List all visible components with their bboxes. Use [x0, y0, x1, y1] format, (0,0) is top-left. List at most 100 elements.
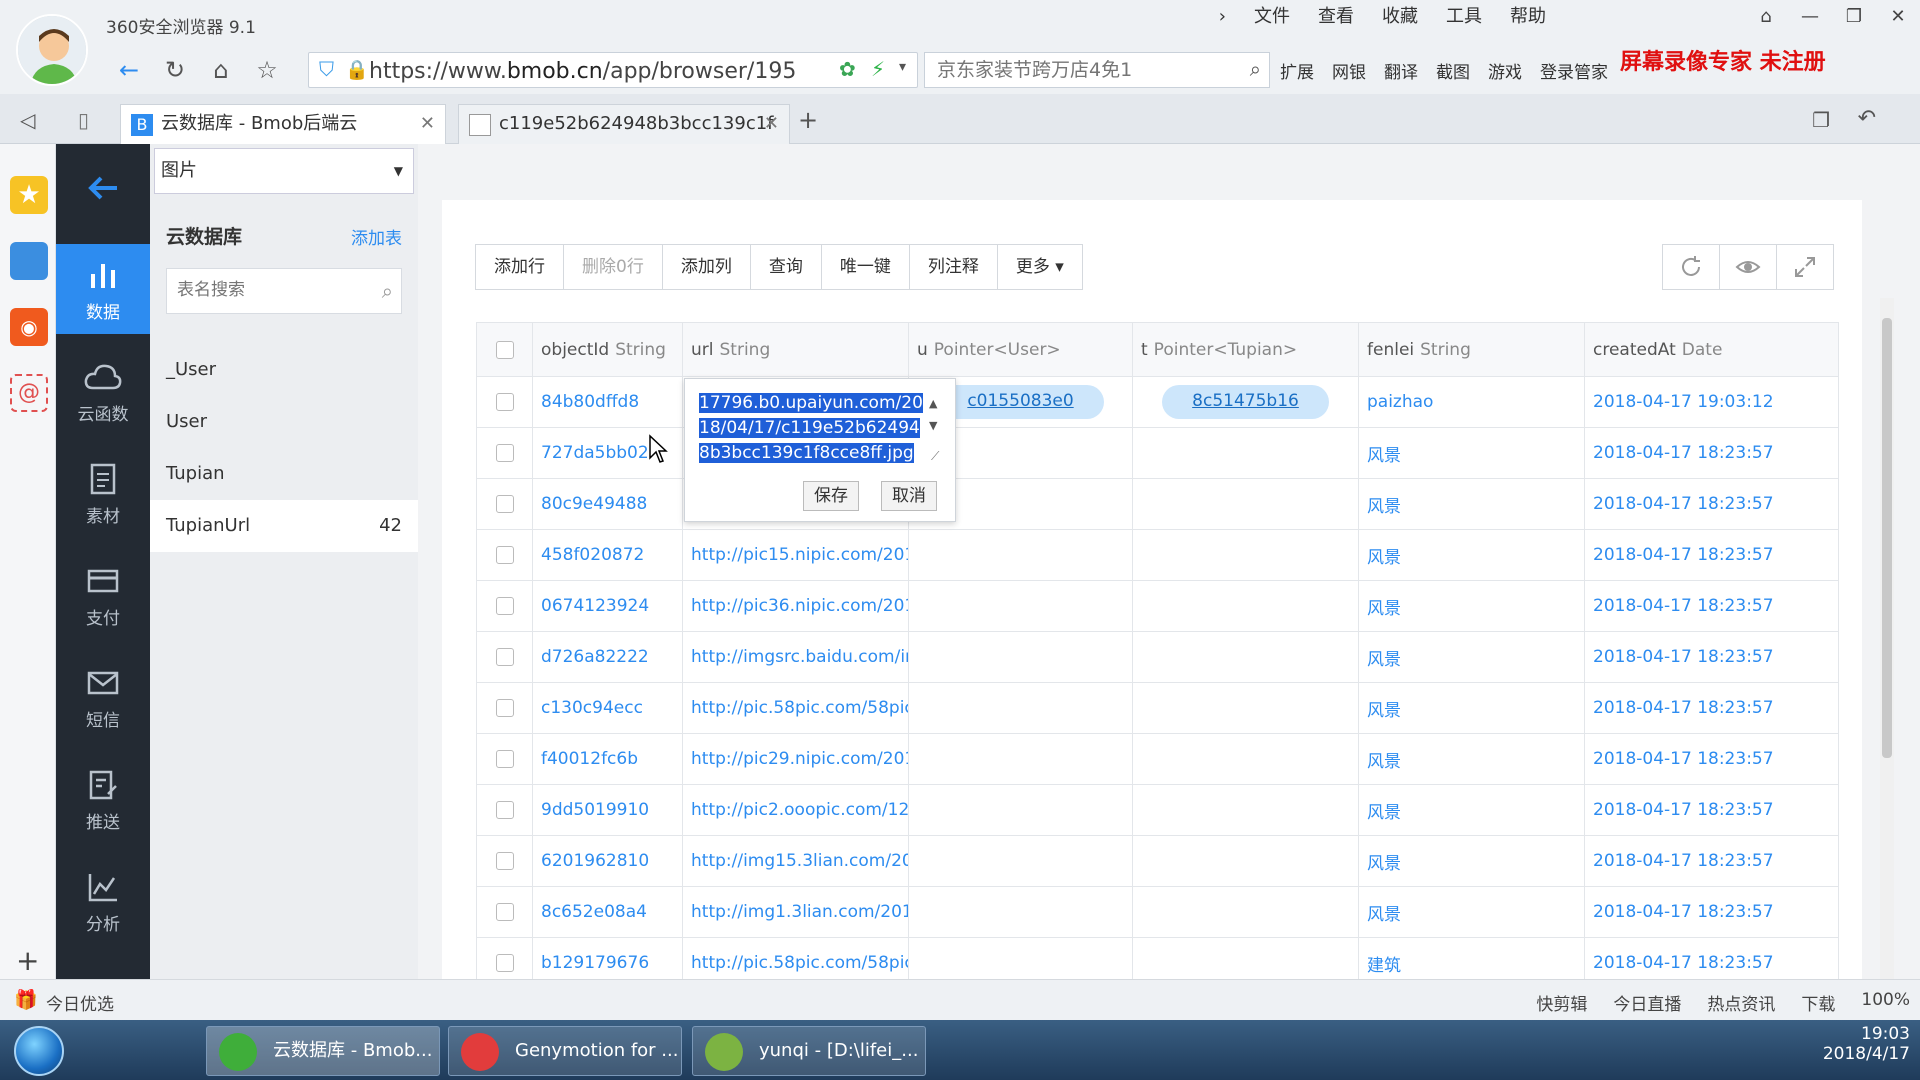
cell-t[interactable] — [1132, 529, 1359, 581]
add-row-button[interactable]: 添加行 — [475, 244, 564, 290]
table-row[interactable]: 727da5bb02 风景 2018-04-17 18:23:57 — [476, 427, 1839, 479]
cell-t[interactable]: 8c51475b16 — [1132, 376, 1359, 428]
refresh-icon[interactable] — [1662, 244, 1720, 290]
table-search-box[interactable]: ⌕ — [166, 268, 402, 314]
cell-url[interactable]: http://pic36.nipic.com/2013 — [682, 580, 909, 632]
cell-u[interactable] — [908, 682, 1133, 734]
table-row[interactable]: 9dd5019910 http://pic2.ooopic.com/12/4 风景 2… — [476, 784, 1839, 836]
cell-url[interactable]: http://img15.3lian.com/201 — [682, 835, 909, 887]
table-row[interactable]: 8c652e08a4 http://img1.3lian.com/2015. 风景 2… — [476, 886, 1839, 938]
cell-u[interactable] — [908, 529, 1133, 581]
screenshot-button[interactable]: 截图 — [1436, 58, 1470, 83]
menu-item-help[interactable]: 帮助 — [1496, 4, 1560, 30]
status-item-live[interactable]: 今日直播 — [1613, 990, 1681, 1015]
column-header-fenlei[interactable]: fenlei String — [1358, 322, 1585, 377]
row-checkbox[interactable] — [476, 937, 533, 979]
skin-button[interactable]: ⌂ — [1744, 0, 1788, 34]
cell-fenlei[interactable]: 风景 — [1358, 682, 1585, 734]
cell-objectid[interactable]: d726a82222 — [532, 631, 683, 683]
status-item-news[interactable]: 热点资讯 — [1707, 990, 1775, 1015]
speed-mode-icon[interactable]: ⚡ — [871, 57, 885, 81]
cell-createdat[interactable]: 2018-04-17 18:23:57 — [1584, 835, 1839, 887]
cell-createdat[interactable]: 2018-04-17 18:23:57 — [1584, 529, 1839, 581]
nav-item-push[interactable]: 推送 — [56, 754, 150, 844]
nav-item-material[interactable]: 素材 — [56, 448, 150, 538]
cancel-button[interactable]: 取消 — [881, 481, 937, 511]
add-dock-icon[interactable]: + — [16, 944, 39, 977]
compat-mode-icon[interactable]: ✿ — [839, 57, 856, 81]
cell-createdat[interactable]: 2018-04-17 18:23:57 — [1584, 937, 1839, 979]
column-header-objectid[interactable]: objectId String — [532, 322, 683, 377]
star-icon[interactable]: ☆ — [250, 54, 284, 86]
nav-item-analytics[interactable]: 分析 — [56, 856, 150, 946]
address-text[interactable]: https://www.bmob.cn/app/browser/195 — [369, 59, 829, 84]
column-header-createdat[interactable]: createdAt Date — [1584, 322, 1839, 377]
zoom-level[interactable]: 100% — [1861, 990, 1910, 1015]
cell-fenlei[interactable]: 风景 — [1358, 427, 1585, 479]
column-comment-button[interactable]: 列注释 — [908, 244, 998, 290]
cell-t[interactable] — [1132, 631, 1359, 683]
table-row[interactable]: b129179676 http://pic.58pic.com/58pic/1 建筑… — [476, 937, 1839, 979]
cell-objectid[interactable]: 80c9e49488 — [532, 478, 683, 530]
menu-item-view[interactable]: 查看 — [1304, 4, 1368, 30]
close-tab-icon[interactable]: ✕ — [420, 105, 435, 143]
cell-u[interactable] — [908, 937, 1133, 979]
cell-objectid[interactable]: b129179676 — [532, 937, 683, 979]
search-icon[interactable]: ⌕ — [382, 279, 393, 303]
add-column-button[interactable]: 添加列 — [661, 244, 751, 290]
cell-objectid[interactable]: 458f020872 — [532, 529, 683, 581]
cell-fenlei[interactable]: paizhao — [1358, 376, 1585, 428]
back-arrow-icon[interactable]: ← — [112, 54, 146, 86]
cell-t[interactable] — [1132, 580, 1359, 632]
editor-scroll-icon[interactable]: ▲ ▼ — [929, 393, 937, 437]
sidebar-toggle-icon[interactable]: ◁ — [20, 108, 35, 132]
cell-fenlei[interactable]: 风景 — [1358, 631, 1585, 683]
url-edit-textarea[interactable]: 17796.b0.upaiyun.com/2018/04/17/c119e52b… — [699, 391, 929, 471]
table-row[interactable]: 458f020872 http://pic15.nipic.com/2011 风景 2… — [476, 529, 1839, 581]
cell-createdat[interactable]: 2018-04-17 18:23:57 — [1584, 784, 1839, 836]
cell-fenlei[interactable]: 风景 — [1358, 733, 1585, 785]
user-avatar[interactable] — [16, 14, 88, 86]
cell-fenlei[interactable]: 风景 — [1358, 886, 1585, 938]
save-button[interactable]: 保存 — [803, 481, 859, 511]
cell-u[interactable] — [908, 580, 1133, 632]
column-header-u[interactable]: u Pointer<User> — [908, 322, 1133, 377]
browser-search-input[interactable] — [937, 59, 1237, 81]
cell-t[interactable] — [1132, 427, 1359, 479]
cell-url[interactable]: http://pic.58pic.com/58pic/1 — [682, 682, 909, 734]
cell-createdat[interactable]: 2018-04-17 18:23:57 — [1584, 478, 1839, 530]
cell-objectid[interactable]: 0674123924 — [532, 580, 683, 632]
row-checkbox[interactable] — [476, 427, 533, 479]
translate-button[interactable]: 翻译 — [1384, 58, 1418, 83]
menu-item-tools[interactable]: 工具 — [1432, 4, 1496, 30]
cell-t[interactable] — [1132, 478, 1359, 530]
search-box[interactable]: ⌕ — [924, 52, 1270, 88]
row-checkbox[interactable] — [476, 478, 533, 530]
table-item-user[interactable]: User — [150, 396, 418, 448]
cell-url[interactable]: http://pic.58pic.com/58pic/1 — [682, 937, 909, 979]
games-button[interactable]: 游戏 — [1488, 58, 1522, 83]
cell-objectid[interactable]: 8c652e08a4 — [532, 886, 683, 938]
cell-createdat[interactable]: 2018-04-17 18:23:57 — [1584, 733, 1839, 785]
fullscreen-icon[interactable] — [1776, 244, 1834, 290]
row-checkbox[interactable] — [476, 580, 533, 632]
table-row[interactable]: d726a82222 http://imgsrc.baidu.com/img 风景 2… — [476, 631, 1839, 683]
select-all-checkbox[interactable] — [476, 322, 533, 377]
resize-handle-icon[interactable]: ⟋ — [931, 449, 939, 464]
table-row[interactable]: f40012fc6b http://pic29.nipic.com/2013 风景 2… — [476, 733, 1839, 785]
restore-button[interactable]: ❐ — [1832, 0, 1876, 34]
cell-url[interactable]: http://img1.3lian.com/2015. — [682, 886, 909, 938]
address-bar[interactable]: ⛉ 🔒 https://www.bmob.cn/app/browser/195 … — [308, 52, 918, 88]
more-dropdown-button[interactable]: 更多 ▾ — [996, 244, 1083, 290]
cell-createdat[interactable]: 2018-04-17 18:23:57 — [1584, 631, 1839, 683]
close-tab-icon[interactable]: ✕ — [764, 105, 779, 143]
status-item-download[interactable]: 下载 — [1801, 990, 1835, 1015]
refresh-icon[interactable]: ↻ — [158, 54, 192, 86]
new-tab-icon[interactable]: + — [798, 106, 818, 134]
status-item-clip[interactable]: 快剪辑 — [1536, 990, 1587, 1015]
table-search-input[interactable] — [177, 280, 367, 300]
cell-t[interactable] — [1132, 886, 1359, 938]
tab-image[interactable]: c119e52b624948b3bcc139c1f ✕ — [458, 104, 790, 144]
cell-u[interactable] — [908, 784, 1133, 836]
restore-tab-icon[interactable]: ❐ — [1812, 108, 1830, 132]
